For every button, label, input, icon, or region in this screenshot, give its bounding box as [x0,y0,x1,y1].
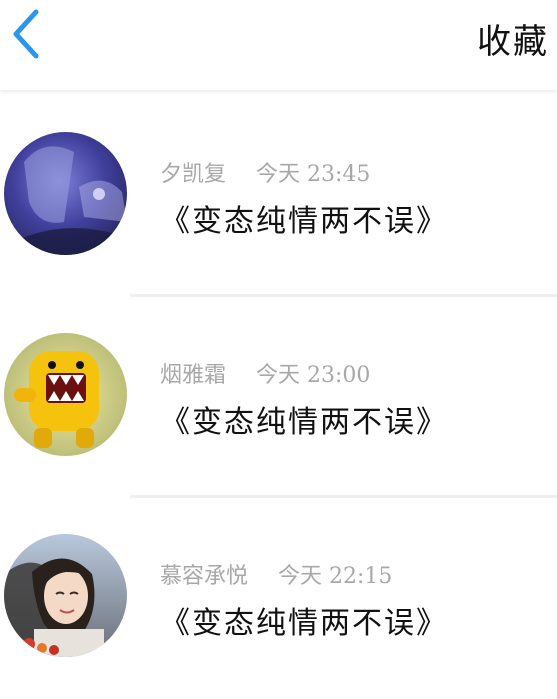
favorite-item[interactable]: 慕容承悦 今天 22:15 《变态纯情两不误》 [0,498,557,699]
avatar [4,534,127,657]
favorites-list: 夕凯复 今天 23:45 《变态纯情两不误》 烟雅霜 今天 23:00 《变态纯… [0,96,557,699]
item-meta: 夕凯复 今天 23:45 [160,156,370,188]
favorite-item[interactable]: 烟雅霜 今天 23:00 《变态纯情两不误》 [0,297,557,498]
favorite-item[interactable]: 夕凯复 今天 23:45 《变态纯情两不误》 [0,96,557,297]
avatar [4,333,127,456]
username: 夕凯复 [160,162,227,187]
item-meta: 慕容承悦 今天 22:15 [160,558,392,590]
book-title[interactable]: 《变态纯情两不误》 [160,397,448,441]
chevron-left-icon [13,9,39,59]
item-meta: 烟雅霜 今天 23:00 [160,357,370,389]
timestamp: 今天 22:15 [278,564,393,589]
book-title[interactable]: 《变态纯情两不误》 [160,196,448,240]
book-title[interactable]: 《变态纯情两不误》 [160,598,448,642]
timestamp: 今天 23:00 [256,363,371,388]
page-title: 收藏 [477,22,549,62]
username: 烟雅霜 [160,363,227,388]
back-button[interactable] [8,8,48,60]
timestamp: 今天 23:45 [256,162,371,187]
username: 慕容承悦 [160,564,249,589]
top-bar: 收藏 [0,0,557,90]
avatar [4,132,127,255]
